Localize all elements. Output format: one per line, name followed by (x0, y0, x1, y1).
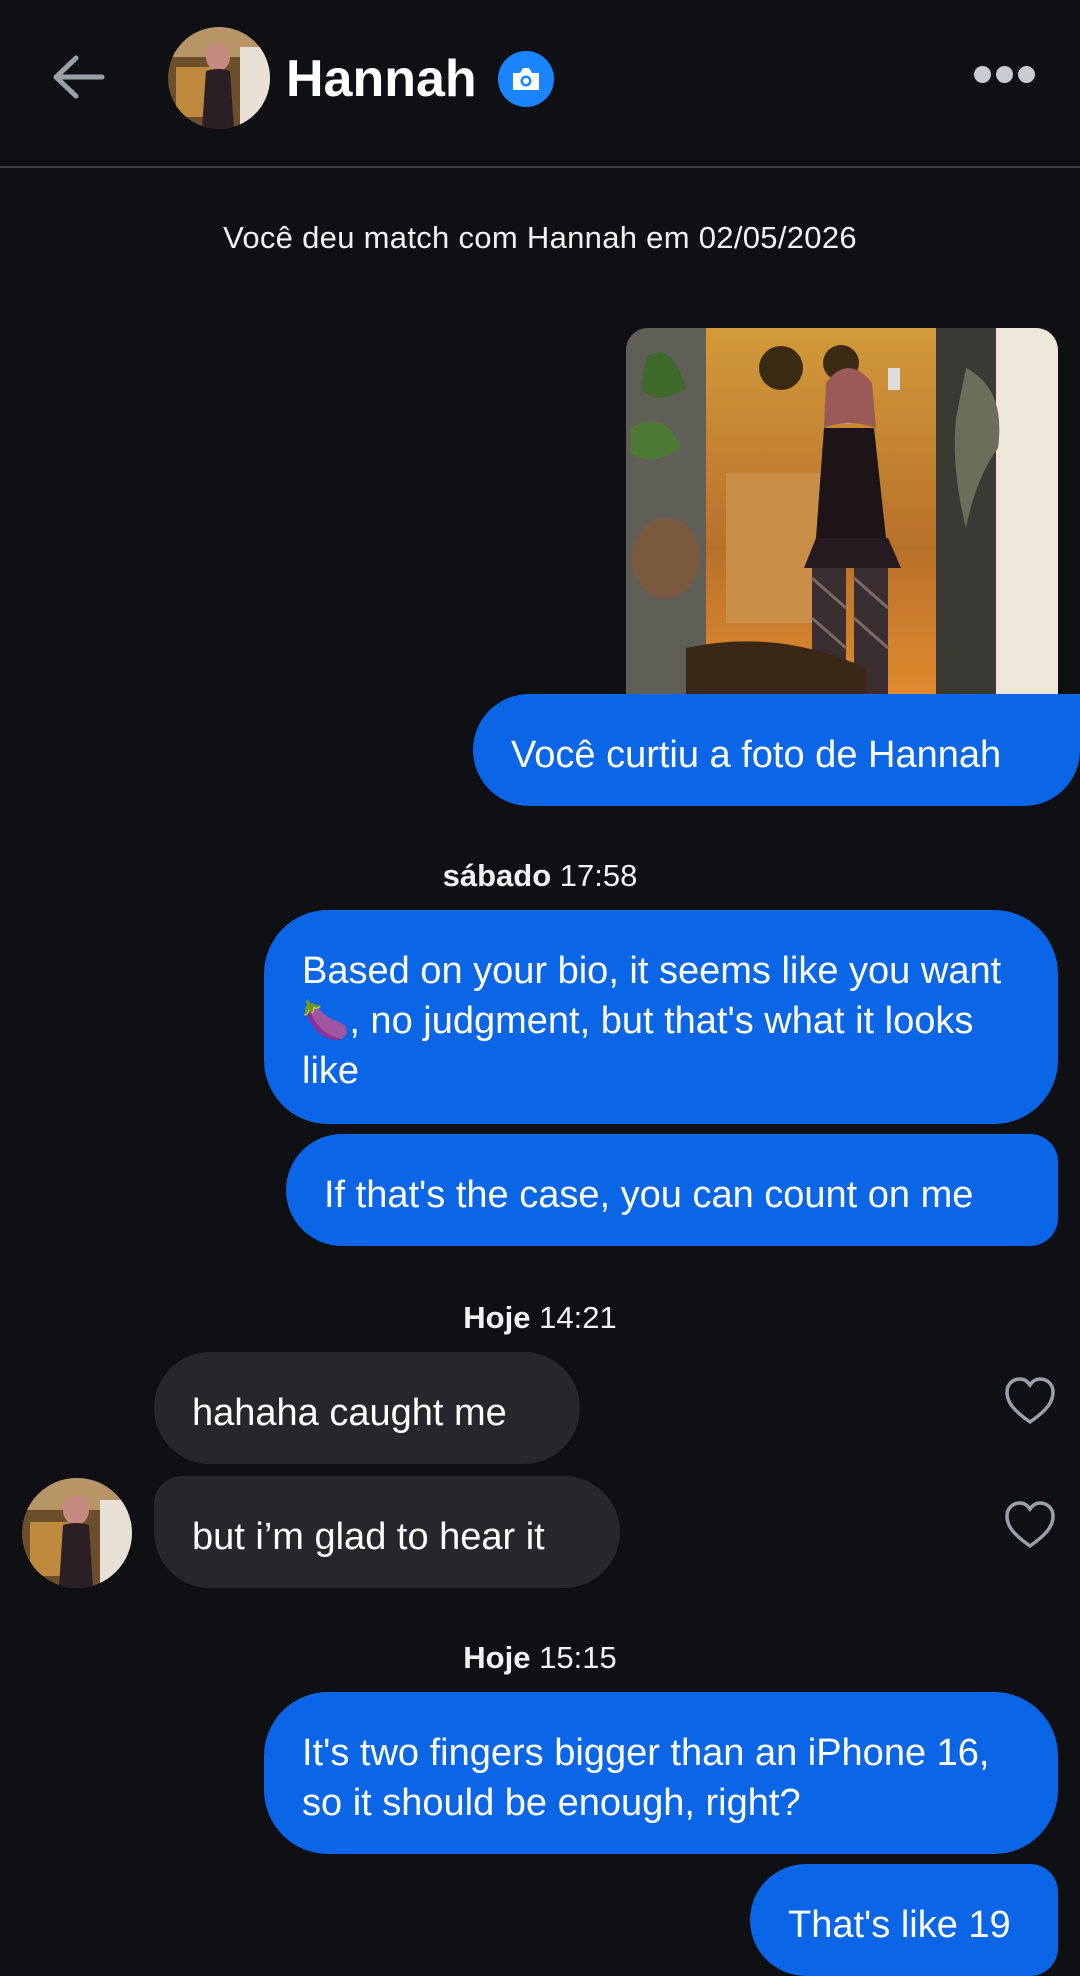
avatar[interactable] (22, 1478, 132, 1588)
timestamp: Hoje 14:21 (463, 1300, 617, 1335)
back-arrow-icon[interactable] (50, 52, 106, 102)
camera-icon (513, 68, 539, 90)
message-outgoing[interactable]: That's like 19 (750, 1864, 1058, 1976)
message-incoming[interactable]: hahaha caught me (154, 1352, 580, 1464)
match-note: Você deu match com Hannah em 02/05/2026 (223, 220, 857, 255)
message-outgoing[interactable]: If that's the case, you can count on me (286, 1134, 1058, 1246)
more-dots-icon[interactable] (974, 66, 1036, 92)
message-outgoing[interactable]: Based on your bio, it seems like you wan… (264, 910, 1058, 1124)
match-name[interactable]: Hannah (286, 44, 477, 114)
photo-like-caption[interactable]: Você curtiu a foto de Hannah (473, 694, 1080, 806)
liked-photo[interactable] (626, 328, 1058, 694)
timestamp: sábado 17:58 (442, 858, 638, 893)
chat-header: Hannah (0, 0, 1080, 168)
avatar[interactable] (168, 27, 270, 129)
camera-badge (498, 51, 554, 107)
heart-icon[interactable] (1003, 1500, 1057, 1550)
message-outgoing[interactable]: It's two fingers bigger than an iPhone 1… (264, 1692, 1058, 1854)
message-incoming[interactable]: but i’m glad to hear it (154, 1476, 620, 1588)
heart-icon[interactable] (1003, 1376, 1057, 1426)
timestamp: Hoje 15:15 (463, 1640, 617, 1675)
